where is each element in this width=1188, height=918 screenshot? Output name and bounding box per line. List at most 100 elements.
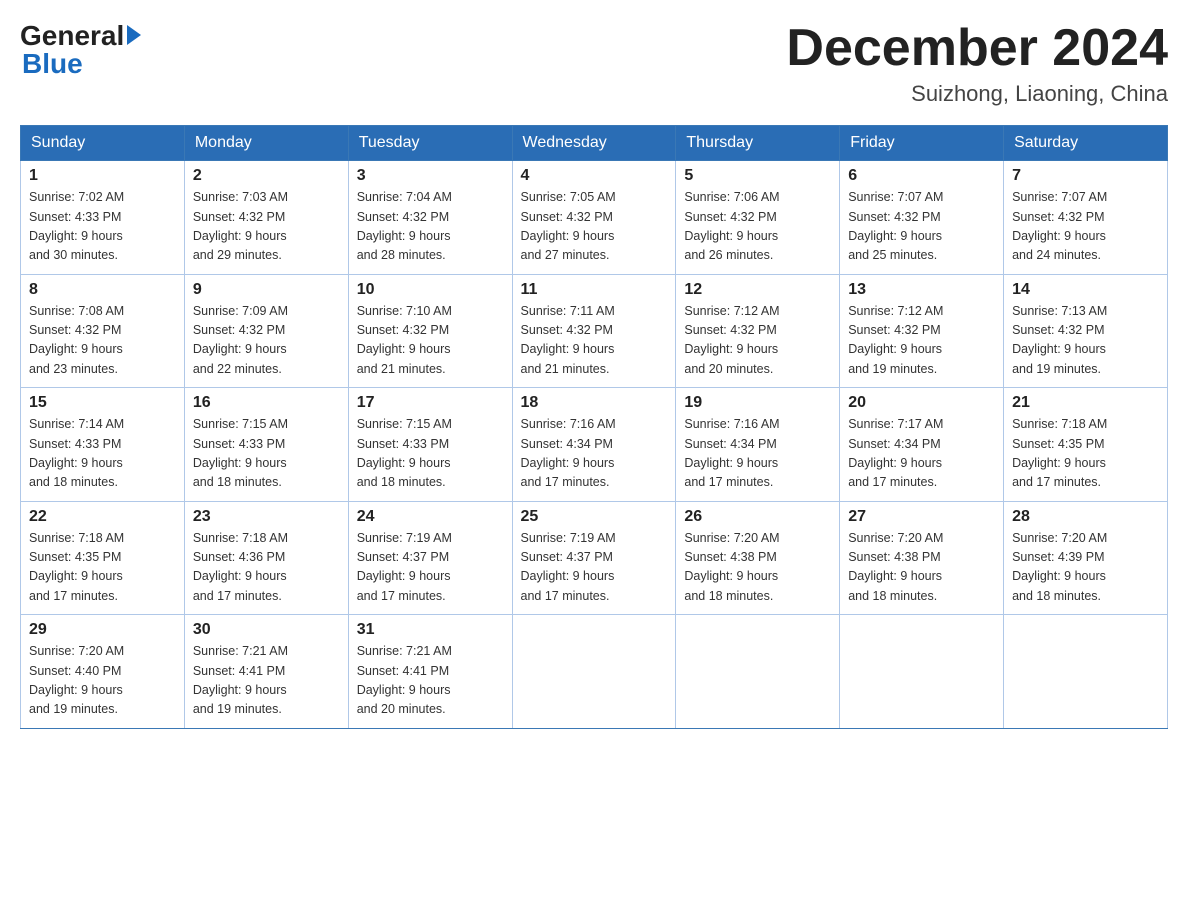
day-info: Sunrise: 7:10 AM Sunset: 4:32 PM Dayligh… — [357, 302, 504, 380]
day-number: 1 — [29, 167, 176, 185]
location-title: Suizhong, Liaoning, China — [786, 81, 1168, 107]
calendar-header-row: SundayMondayTuesdayWednesdayThursdayFrid… — [21, 126, 1168, 161]
day-info: Sunrise: 7:18 AM Sunset: 4:35 PM Dayligh… — [29, 529, 176, 607]
day-info: Sunrise: 7:11 AM Sunset: 4:32 PM Dayligh… — [521, 302, 668, 380]
calendar-cell — [676, 615, 840, 729]
day-number: 29 — [29, 621, 176, 639]
calendar-cell: 15 Sunrise: 7:14 AM Sunset: 4:33 PM Dayl… — [21, 388, 185, 502]
calendar-cell: 6 Sunrise: 7:07 AM Sunset: 4:32 PM Dayli… — [840, 161, 1004, 275]
calendar-cell: 17 Sunrise: 7:15 AM Sunset: 4:33 PM Dayl… — [348, 388, 512, 502]
calendar-header-wednesday: Wednesday — [512, 126, 676, 161]
logo-blue-text: Blue — [22, 48, 83, 80]
day-info: Sunrise: 7:20 AM Sunset: 4:39 PM Dayligh… — [1012, 529, 1159, 607]
calendar-cell: 18 Sunrise: 7:16 AM Sunset: 4:34 PM Dayl… — [512, 388, 676, 502]
day-info: Sunrise: 7:15 AM Sunset: 4:33 PM Dayligh… — [357, 415, 504, 493]
day-number: 18 — [521, 394, 668, 412]
calendar-week-row: 15 Sunrise: 7:14 AM Sunset: 4:33 PM Dayl… — [21, 388, 1168, 502]
calendar-cell: 28 Sunrise: 7:20 AM Sunset: 4:39 PM Dayl… — [1004, 501, 1168, 615]
day-info: Sunrise: 7:06 AM Sunset: 4:32 PM Dayligh… — [684, 188, 831, 266]
calendar-header-tuesday: Tuesday — [348, 126, 512, 161]
calendar-cell: 8 Sunrise: 7:08 AM Sunset: 4:32 PM Dayli… — [21, 274, 185, 388]
day-number: 7 — [1012, 167, 1159, 185]
calendar-cell: 10 Sunrise: 7:10 AM Sunset: 4:32 PM Dayl… — [348, 274, 512, 388]
day-info: Sunrise: 7:12 AM Sunset: 4:32 PM Dayligh… — [848, 302, 995, 380]
day-number: 4 — [521, 167, 668, 185]
day-info: Sunrise: 7:15 AM Sunset: 4:33 PM Dayligh… — [193, 415, 340, 493]
day-info: Sunrise: 7:20 AM Sunset: 4:38 PM Dayligh… — [848, 529, 995, 607]
day-info: Sunrise: 7:19 AM Sunset: 4:37 PM Dayligh… — [521, 529, 668, 607]
day-number: 30 — [193, 621, 340, 639]
calendar-cell: 30 Sunrise: 7:21 AM Sunset: 4:41 PM Dayl… — [184, 615, 348, 729]
calendar-cell: 11 Sunrise: 7:11 AM Sunset: 4:32 PM Dayl… — [512, 274, 676, 388]
calendar-cell: 5 Sunrise: 7:06 AM Sunset: 4:32 PM Dayli… — [676, 161, 840, 275]
calendar-week-row: 29 Sunrise: 7:20 AM Sunset: 4:40 PM Dayl… — [21, 615, 1168, 729]
day-info: Sunrise: 7:13 AM Sunset: 4:32 PM Dayligh… — [1012, 302, 1159, 380]
calendar-header-friday: Friday — [840, 126, 1004, 161]
day-number: 19 — [684, 394, 831, 412]
day-info: Sunrise: 7:19 AM Sunset: 4:37 PM Dayligh… — [357, 529, 504, 607]
day-number: 3 — [357, 167, 504, 185]
calendar-cell — [840, 615, 1004, 729]
day-info: Sunrise: 7:21 AM Sunset: 4:41 PM Dayligh… — [357, 642, 504, 720]
day-number: 8 — [29, 281, 176, 299]
calendar-cell: 23 Sunrise: 7:18 AM Sunset: 4:36 PM Dayl… — [184, 501, 348, 615]
calendar-cell: 14 Sunrise: 7:13 AM Sunset: 4:32 PM Dayl… — [1004, 274, 1168, 388]
day-number: 22 — [29, 508, 176, 526]
day-number: 6 — [848, 167, 995, 185]
day-number: 15 — [29, 394, 176, 412]
day-info: Sunrise: 7:03 AM Sunset: 4:32 PM Dayligh… — [193, 188, 340, 266]
day-number: 28 — [1012, 508, 1159, 526]
logo: General Blue — [20, 20, 142, 80]
calendar-cell: 29 Sunrise: 7:20 AM Sunset: 4:40 PM Dayl… — [21, 615, 185, 729]
day-info: Sunrise: 7:14 AM Sunset: 4:33 PM Dayligh… — [29, 415, 176, 493]
page-header: General Blue December 2024 Suizhong, Lia… — [20, 20, 1168, 107]
calendar-header-saturday: Saturday — [1004, 126, 1168, 161]
calendar-cell: 21 Sunrise: 7:18 AM Sunset: 4:35 PM Dayl… — [1004, 388, 1168, 502]
calendar-cell: 13 Sunrise: 7:12 AM Sunset: 4:32 PM Dayl… — [840, 274, 1004, 388]
day-info: Sunrise: 7:17 AM Sunset: 4:34 PM Dayligh… — [848, 415, 995, 493]
calendar-cell: 9 Sunrise: 7:09 AM Sunset: 4:32 PM Dayli… — [184, 274, 348, 388]
calendar-cell: 3 Sunrise: 7:04 AM Sunset: 4:32 PM Dayli… — [348, 161, 512, 275]
calendar-week-row: 8 Sunrise: 7:08 AM Sunset: 4:32 PM Dayli… — [21, 274, 1168, 388]
calendar-cell: 12 Sunrise: 7:12 AM Sunset: 4:32 PM Dayl… — [676, 274, 840, 388]
day-info: Sunrise: 7:04 AM Sunset: 4:32 PM Dayligh… — [357, 188, 504, 266]
day-number: 2 — [193, 167, 340, 185]
day-info: Sunrise: 7:07 AM Sunset: 4:32 PM Dayligh… — [1012, 188, 1159, 266]
calendar-cell: 16 Sunrise: 7:15 AM Sunset: 4:33 PM Dayl… — [184, 388, 348, 502]
day-number: 9 — [193, 281, 340, 299]
day-number: 13 — [848, 281, 995, 299]
day-info: Sunrise: 7:07 AM Sunset: 4:32 PM Dayligh… — [848, 188, 995, 266]
calendar-cell — [1004, 615, 1168, 729]
calendar-header-monday: Monday — [184, 126, 348, 161]
calendar-cell: 31 Sunrise: 7:21 AM Sunset: 4:41 PM Dayl… — [348, 615, 512, 729]
calendar-cell: 7 Sunrise: 7:07 AM Sunset: 4:32 PM Dayli… — [1004, 161, 1168, 275]
calendar-cell: 22 Sunrise: 7:18 AM Sunset: 4:35 PM Dayl… — [21, 501, 185, 615]
day-info: Sunrise: 7:12 AM Sunset: 4:32 PM Dayligh… — [684, 302, 831, 380]
title-block: December 2024 Suizhong, Liaoning, China — [786, 20, 1168, 107]
calendar-cell: 25 Sunrise: 7:19 AM Sunset: 4:37 PM Dayl… — [512, 501, 676, 615]
calendar-cell: 2 Sunrise: 7:03 AM Sunset: 4:32 PM Dayli… — [184, 161, 348, 275]
calendar-cell: 24 Sunrise: 7:19 AM Sunset: 4:37 PM Dayl… — [348, 501, 512, 615]
day-number: 14 — [1012, 281, 1159, 299]
day-number: 23 — [193, 508, 340, 526]
day-number: 17 — [357, 394, 504, 412]
calendar-cell: 26 Sunrise: 7:20 AM Sunset: 4:38 PM Dayl… — [676, 501, 840, 615]
day-number: 20 — [848, 394, 995, 412]
day-info: Sunrise: 7:16 AM Sunset: 4:34 PM Dayligh… — [684, 415, 831, 493]
day-number: 5 — [684, 167, 831, 185]
calendar-week-row: 1 Sunrise: 7:02 AM Sunset: 4:33 PM Dayli… — [21, 161, 1168, 275]
day-info: Sunrise: 7:18 AM Sunset: 4:36 PM Dayligh… — [193, 529, 340, 607]
day-info: Sunrise: 7:05 AM Sunset: 4:32 PM Dayligh… — [521, 188, 668, 266]
day-number: 27 — [848, 508, 995, 526]
calendar-cell: 20 Sunrise: 7:17 AM Sunset: 4:34 PM Dayl… — [840, 388, 1004, 502]
day-info: Sunrise: 7:16 AM Sunset: 4:34 PM Dayligh… — [521, 415, 668, 493]
calendar-header-thursday: Thursday — [676, 126, 840, 161]
day-info: Sunrise: 7:18 AM Sunset: 4:35 PM Dayligh… — [1012, 415, 1159, 493]
calendar-header-sunday: Sunday — [21, 126, 185, 161]
calendar-cell: 19 Sunrise: 7:16 AM Sunset: 4:34 PM Dayl… — [676, 388, 840, 502]
calendar-week-row: 22 Sunrise: 7:18 AM Sunset: 4:35 PM Dayl… — [21, 501, 1168, 615]
day-number: 21 — [1012, 394, 1159, 412]
day-number: 25 — [521, 508, 668, 526]
calendar-table: SundayMondayTuesdayWednesdayThursdayFrid… — [20, 125, 1168, 729]
day-info: Sunrise: 7:09 AM Sunset: 4:32 PM Dayligh… — [193, 302, 340, 380]
